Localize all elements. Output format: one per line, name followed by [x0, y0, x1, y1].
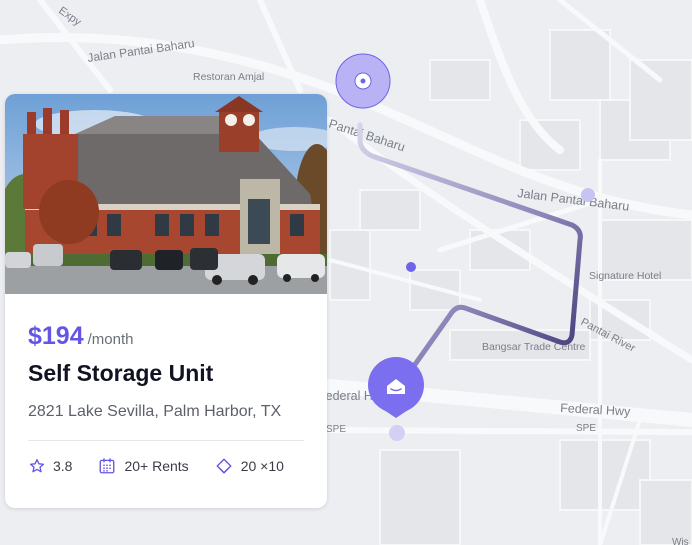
calendar-icon [100, 458, 115, 474]
divider [28, 440, 304, 441]
poi-dot[interactable] [389, 425, 405, 441]
poi-dot[interactable] [406, 262, 416, 272]
listing-title: Self Storage Unit [28, 360, 214, 386]
listing-photo [5, 94, 327, 294]
rating-value: 3.8 [53, 458, 73, 474]
price-period: /month [87, 331, 134, 348]
listing-card[interactable]: $194 /month Self Storage Unit 2821 Lake … [5, 94, 327, 508]
size-stat: 20 ×10 [215, 457, 284, 475]
rents-value: 20+ Rents [124, 458, 189, 474]
poi-dot[interactable] [581, 188, 595, 202]
size-value: 20 ×10 [240, 458, 284, 474]
layers-icon [216, 458, 232, 474]
map-label-signature-hotel: Signature Hotel [589, 270, 661, 282]
map-label-spe-right: SPE [576, 423, 596, 434]
star-icon [29, 459, 45, 473]
rents-stat: 20+ Rents [98, 457, 189, 475]
map-label-spe-left: SPE [326, 424, 346, 435]
origin-marker[interactable] [335, 53, 391, 109]
map-label-restoran-amjal: Restoran Amjal [193, 71, 264, 83]
listing-stats: 3.8 20+ Rents 20 ×10 [29, 457, 284, 475]
map-label-wis: Wis [672, 537, 689, 545]
listing-address: 2821 Lake Sevilla, Palm Harbor, TX [28, 403, 282, 420]
price: $194 [28, 322, 84, 350]
rating-stat: 3.8 [29, 458, 72, 474]
